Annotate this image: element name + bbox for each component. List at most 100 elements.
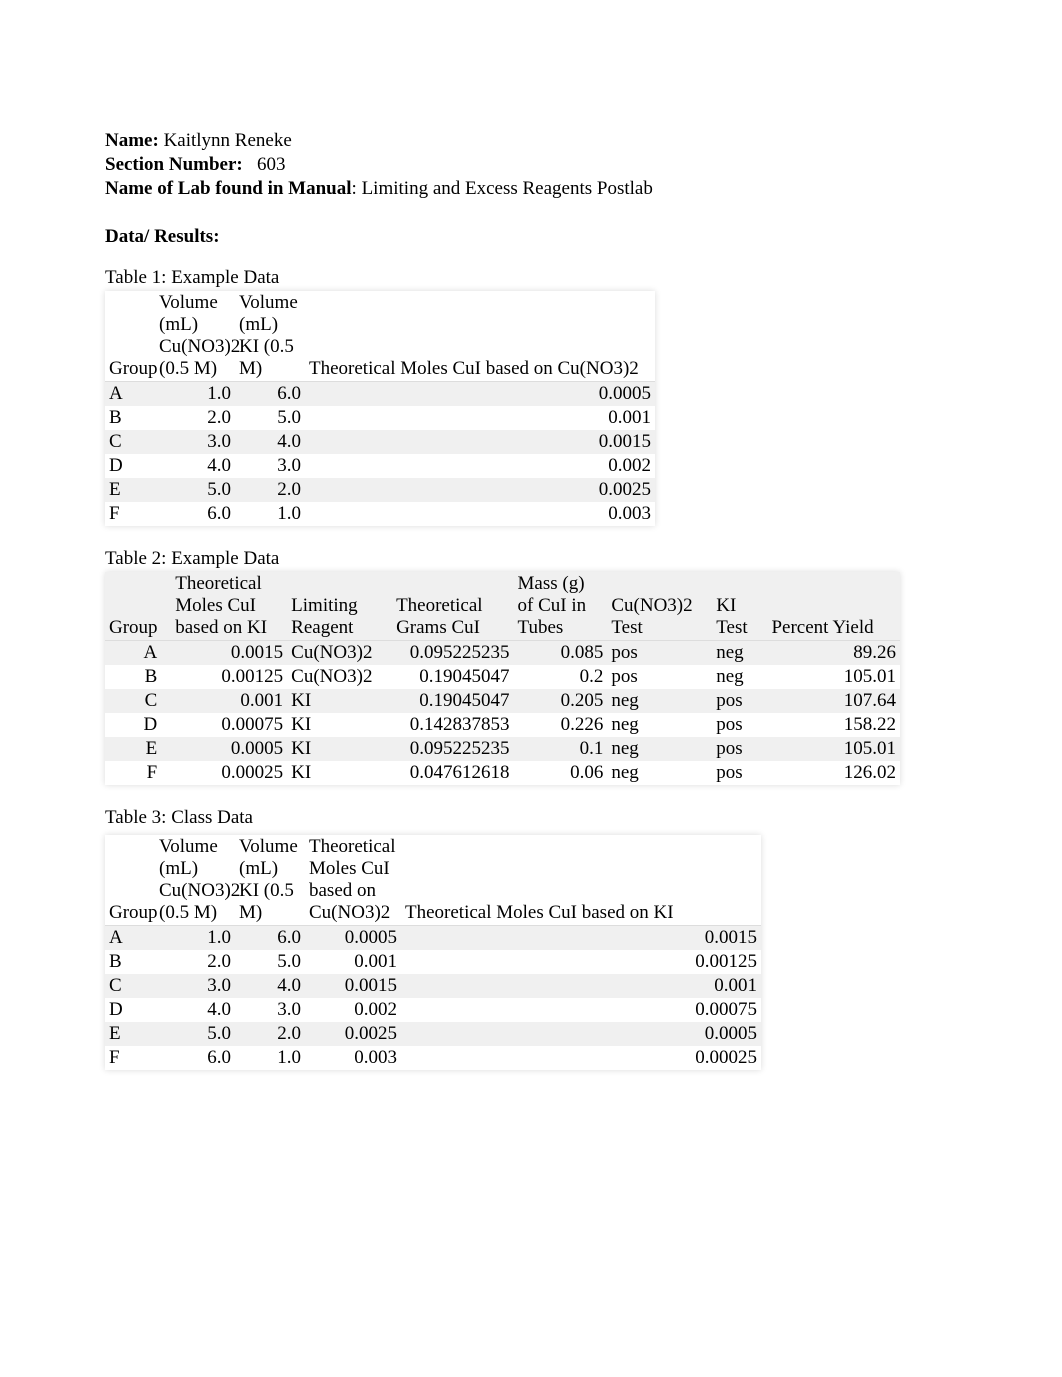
section-value: 603: [257, 154, 286, 175]
lab-line: Name of Lab found in Manual: Limiting an…: [105, 178, 957, 200]
t3-v1: 2.0: [155, 950, 235, 974]
t1-h-theor: Theoretical Moles CuI based on Cu(NO3)2: [305, 291, 655, 382]
t1-v1: 5.0: [155, 478, 235, 502]
t1-h-vol-cu: Volume (mL) Cu(NO3)2 (0.5 M): [155, 291, 235, 382]
t2-cu: pos: [607, 641, 712, 666]
t3-h-theor-ki: Theoretical Moles CuI based on KI: [401, 835, 761, 926]
t3-tc: 0.0015: [305, 974, 401, 998]
t2-m: 0.00125: [171, 665, 287, 689]
t3-tc: 0.002: [305, 998, 401, 1022]
t3-v2: 3.0: [235, 998, 305, 1022]
t2-m: 0.00025: [171, 761, 287, 785]
t2-h-yield: Percent Yield: [767, 572, 900, 641]
t2-y: 105.01: [767, 665, 900, 689]
t3-v1: 4.0: [155, 998, 235, 1022]
t2-gr: 0.142837853: [392, 713, 513, 737]
section-line: Section Number: 603: [105, 154, 957, 176]
t2-y: 107.64: [767, 689, 900, 713]
t1-v2: 5.0: [235, 406, 305, 430]
name-label: Name:: [105, 130, 159, 151]
t3-tk: 0.001: [401, 974, 761, 998]
table-row: D4.03.00.002: [105, 454, 655, 478]
t3-tk: 0.0005: [401, 1022, 761, 1046]
t2-ms: 0.205: [514, 689, 608, 713]
t1-g: D: [105, 454, 155, 478]
t2-lr: KI: [287, 737, 392, 761]
table-row: B2.05.00.001: [105, 406, 655, 430]
table1: Group Volume (mL) Cu(NO3)2 (0.5 M) Volum…: [105, 291, 655, 526]
table-row: A1.06.00.00050.0015: [105, 926, 761, 951]
t2-m: 0.00075: [171, 713, 287, 737]
t3-tk: 0.00075: [401, 998, 761, 1022]
lab-value: Limiting and Excess Reagents Postlab: [362, 178, 653, 199]
t3-v1: 3.0: [155, 974, 235, 998]
table2: Group Theoretical Moles CuI based on KI …: [105, 572, 900, 785]
t2-ms: 0.226: [514, 713, 608, 737]
t2-y: 158.22: [767, 713, 900, 737]
t3-v2: 5.0: [235, 950, 305, 974]
t2-gr: 0.047612618: [392, 761, 513, 785]
t3-v1: 6.0: [155, 1046, 235, 1070]
t2-y: 126.02: [767, 761, 900, 785]
t1-t: 0.002: [305, 454, 655, 478]
table-row: E5.02.00.00250.0005: [105, 1022, 761, 1046]
t3-v2: 6.0: [235, 926, 305, 951]
t1-v2: 3.0: [235, 454, 305, 478]
table-row: C3.04.00.00150.001: [105, 974, 761, 998]
t2-lr: KI: [287, 689, 392, 713]
t3-h-theor-cu: Theoretical Moles CuI based on Cu(NO3)2: [305, 835, 401, 926]
t1-g: F: [105, 502, 155, 526]
t2-ms: 0.2: [514, 665, 608, 689]
t1-g: E: [105, 478, 155, 502]
t2-g: D: [105, 713, 171, 737]
table-row: C3.04.00.0015: [105, 430, 655, 454]
t2-h-moles: Theoretical Moles CuI based on KI: [171, 572, 287, 641]
t3-v2: 4.0: [235, 974, 305, 998]
t1-t: 0.003: [305, 502, 655, 526]
table3: Group Volume (mL) Cu(NO3)2 (0.5 M) Volum…: [105, 835, 761, 1070]
t2-h-cutest: Cu(NO3)2 Test: [607, 572, 712, 641]
t2-ki: pos: [712, 737, 767, 761]
t3-v2: 1.0: [235, 1046, 305, 1070]
t1-v2: 6.0: [235, 382, 305, 407]
t2-ki: pos: [712, 689, 767, 713]
t3-tk: 0.00125: [401, 950, 761, 974]
t1-v1: 6.0: [155, 502, 235, 526]
t3-g: E: [105, 1022, 155, 1046]
t2-y: 105.01: [767, 737, 900, 761]
table-row: F6.01.00.0030.00025: [105, 1046, 761, 1070]
t3-g: D: [105, 998, 155, 1022]
t2-h-kitest: KI Test: [712, 572, 767, 641]
t3-tc: 0.003: [305, 1046, 401, 1070]
t2-lr: Cu(NO3)2: [287, 665, 392, 689]
t2-lr: KI: [287, 761, 392, 785]
t3-g: B: [105, 950, 155, 974]
t2-ki: pos: [712, 761, 767, 785]
t3-tk: 0.00025: [401, 1046, 761, 1070]
t1-v1: 3.0: [155, 430, 235, 454]
t1-t: 0.0005: [305, 382, 655, 407]
t3-h-vol-ki: Volume (mL) KI (0.5 M): [235, 835, 305, 926]
t2-cu: pos: [607, 665, 712, 689]
t2-g: B: [105, 665, 171, 689]
t2-g: F: [105, 761, 171, 785]
table1-body: A1.06.00.0005 B2.05.00.001 C3.04.00.0015…: [105, 382, 655, 527]
table-row: A1.06.00.0005: [105, 382, 655, 407]
t2-gr: 0.095225235: [392, 737, 513, 761]
t2-gr: 0.095225235: [392, 641, 513, 666]
lab-label: Name of Lab found in Manual: [105, 178, 352, 199]
t1-g: B: [105, 406, 155, 430]
section-label: Section Number:: [105, 154, 243, 175]
t2-h-grams: Theoretical Grams CuI: [392, 572, 513, 641]
t1-v2: 4.0: [235, 430, 305, 454]
t1-v1: 1.0: [155, 382, 235, 407]
table-row: D0.00075KI0.1428378530.226negpos158.22: [105, 713, 900, 737]
t2-ms: 0.06: [514, 761, 608, 785]
table3-header: Group Volume (mL) Cu(NO3)2 (0.5 M) Volum…: [105, 835, 761, 926]
t2-m: 0.0005: [171, 737, 287, 761]
t2-cu: neg: [607, 737, 712, 761]
name-value: Kaitlynn Reneke: [164, 130, 292, 151]
t3-g: F: [105, 1046, 155, 1070]
t2-ms: 0.1: [514, 737, 608, 761]
t2-lr: KI: [287, 713, 392, 737]
